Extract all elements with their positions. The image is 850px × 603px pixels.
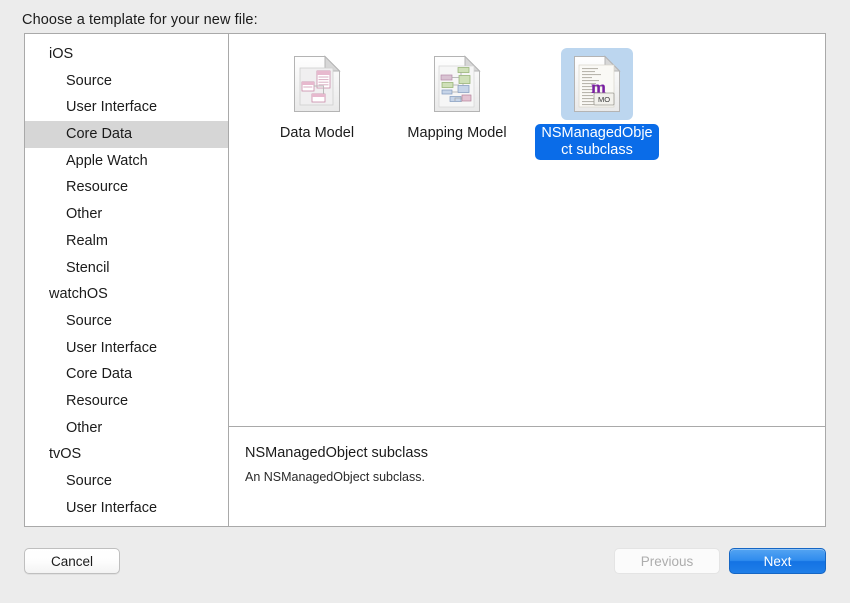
sidebar-group-watchos[interactable]: watchOS xyxy=(25,281,228,308)
mapping-model-icon xyxy=(433,55,481,113)
description-body: An NSManagedObject subclass. xyxy=(245,470,425,484)
nsmanagedobject-subclass-icon: m MO xyxy=(573,55,621,113)
sidebar-item-other[interactable]: Other xyxy=(25,201,228,228)
template-icon-container xyxy=(281,48,353,120)
page-title: Choose a template for your new file: xyxy=(22,12,258,28)
sidebar-item-stencil[interactable]: Stencil xyxy=(25,255,228,282)
template-label: NSManagedObject subclass xyxy=(535,124,659,160)
template-item-data-model[interactable]: Data Model xyxy=(247,48,387,166)
sidebar-item-resource[interactable]: Resource xyxy=(25,388,228,415)
sidebar-item-apple-watch[interactable]: Apple Watch xyxy=(25,148,228,175)
sidebar-item-core-data[interactable]: Core Data xyxy=(25,361,228,388)
content-pane: Data Model Mapping Model m MO NSManagedObjec… xyxy=(229,34,825,526)
sidebar-item-user-interface[interactable]: User Interface xyxy=(25,94,228,121)
sidebar-item-other[interactable]: Other xyxy=(25,415,228,442)
sidebar-group-tvos[interactable]: tvOS xyxy=(25,441,228,468)
platform-category-sidebar[interactable]: iOS Source User Interface Core Data Apple Wa… xyxy=(25,34,229,526)
description-title: NSManagedObject subclass xyxy=(245,445,428,461)
svg-text:MO: MO xyxy=(598,95,610,104)
previous-button[interactable]: Previous xyxy=(614,548,720,574)
data-model-icon xyxy=(293,55,341,113)
sidebar-item-source[interactable]: Source xyxy=(25,468,228,495)
template-label: Data Model xyxy=(279,125,355,141)
cancel-button[interactable]: Cancel xyxy=(24,548,120,574)
sidebar-group-ios[interactable]: iOS xyxy=(25,41,228,68)
sidebar-item-user-interface[interactable]: User Interface xyxy=(25,495,228,522)
template-icon-container xyxy=(421,48,493,120)
sidebar-item-user-interface[interactable]: User Interface xyxy=(25,335,228,362)
category-list[interactable]: iOS Source User Interface Core Data Apple Wa… xyxy=(25,34,228,521)
next-button[interactable]: Next xyxy=(729,548,826,574)
template-label: Mapping Model xyxy=(407,125,507,141)
sidebar-item-core-data[interactable]: Core Data xyxy=(25,121,228,148)
template-icon-container: m MO xyxy=(561,48,633,120)
sidebar-item-source[interactable]: Source xyxy=(25,308,228,335)
template-item-mapping-model[interactable]: Mapping Model xyxy=(387,48,527,166)
sidebar-item-resource[interactable]: Resource xyxy=(25,174,228,201)
sidebar-item-source[interactable]: Source xyxy=(25,68,228,95)
template-description-pane: NSManagedObject subclass An NSManagedObj… xyxy=(229,426,825,526)
sidebar-item-realm[interactable]: Realm xyxy=(25,228,228,255)
dialog-footer: Cancel Previous Next xyxy=(0,548,850,603)
template-chooser-panel: iOS Source User Interface Core Data Apple Wa… xyxy=(24,33,826,527)
template-item-nsmanagedobject-subclass[interactable]: m MO NSManagedObject subclass xyxy=(527,48,667,166)
template-grid[interactable]: Data Model Mapping Model m MO NSManagedObjec… xyxy=(229,34,825,426)
